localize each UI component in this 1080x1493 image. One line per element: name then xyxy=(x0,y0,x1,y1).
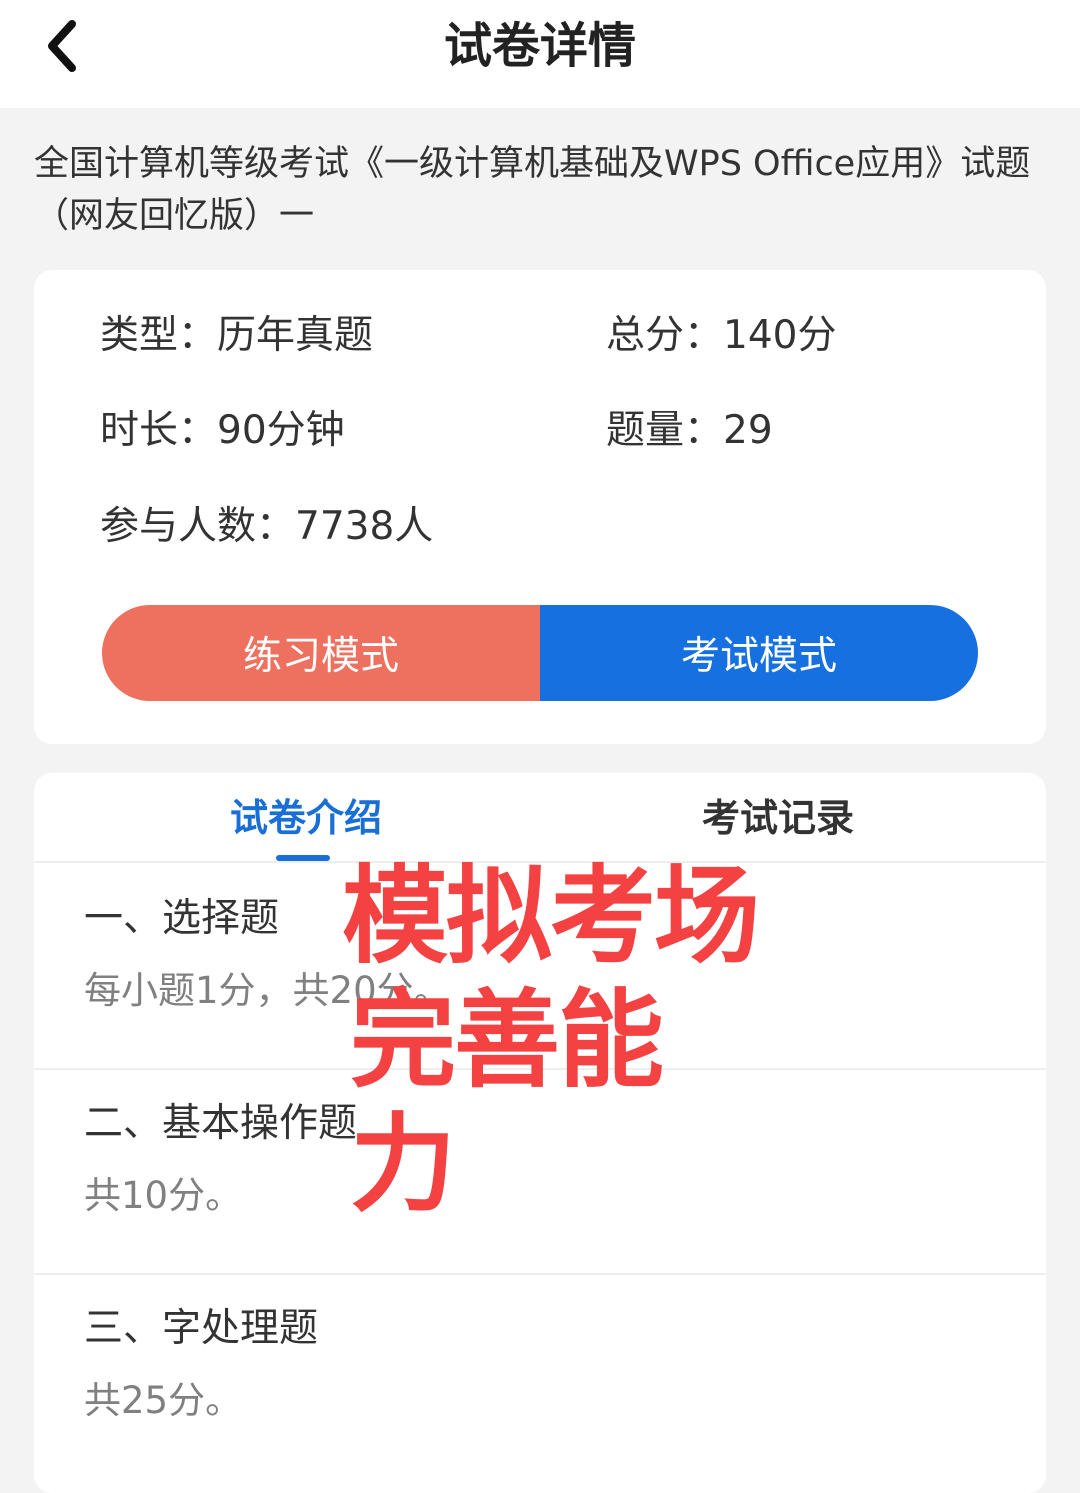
active-tab-indicator xyxy=(276,855,330,861)
exam-info-card: 类型：历年真题 总分：140分 时长：90分钟 题量：29 参与人数：7738人… xyxy=(34,270,1046,744)
exam-mode-button[interactable]: 考试模式 xyxy=(540,605,978,701)
section-description: 每小题1分，共20分。 xyxy=(84,969,451,1012)
participant-count: 参与人数：7738人 xyxy=(100,504,434,549)
exam-title: 全国计算机等级考试《一级计算机基础及WPS Office应用》试题（网友回忆版）… xyxy=(34,144,1031,236)
mode-selector: 练习模式 考试模式 xyxy=(102,605,978,701)
tab-bar: 试卷介绍 考试记录 xyxy=(34,773,1046,863)
exam-detail-card: 试卷介绍 考试记录 一、选择题 每小题1分，共20分。 二、基本操作题 共10分… xyxy=(34,773,1046,1493)
exam-type: 类型：历年真题 xyxy=(100,313,374,358)
section-title: 一、选择题 xyxy=(84,896,280,941)
section-description: 共10分。 xyxy=(84,1174,243,1217)
exam-duration: 时长：90分钟 xyxy=(100,408,345,453)
section-item: 三、字处理题 共25分。 xyxy=(34,1273,1046,1478)
section-description: 共25分。 xyxy=(84,1379,243,1422)
tab-exam-records[interactable]: 考试记录 xyxy=(702,793,854,843)
section-title: 二、基本操作题 xyxy=(84,1101,358,1146)
section-title: 三、字处理题 xyxy=(84,1306,319,1351)
total-score: 总分：140分 xyxy=(606,313,837,358)
practice-mode-button[interactable]: 练习模式 xyxy=(102,605,540,701)
section-item: 二、基本操作题 共10分。 xyxy=(34,1068,1046,1275)
section-item: 一、选择题 每小题1分，共20分。 xyxy=(34,863,1046,1070)
top-bar: 试卷详情 xyxy=(0,0,1080,108)
page-title: 试卷详情 xyxy=(443,18,636,74)
tab-exam-intro[interactable]: 试卷介绍 xyxy=(230,793,382,843)
question-count: 题量：29 xyxy=(606,408,773,453)
